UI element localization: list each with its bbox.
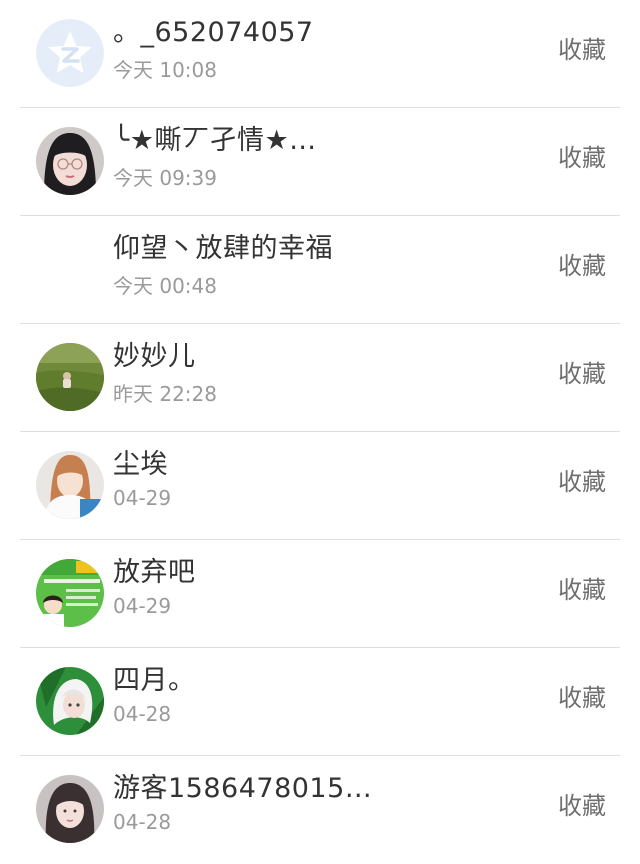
girl-glasses-photo[interactable]: [36, 127, 104, 195]
favorite-button[interactable]: 收藏: [558, 354, 606, 389]
visit-time: 今天 10:08: [113, 58, 217, 82]
contact-name: 。_652074057: [113, 17, 314, 48]
contact-name: 尘埃: [113, 449, 168, 480]
favorite-button[interactable]: 收藏: [558, 786, 606, 821]
favorite-button[interactable]: 收藏: [558, 246, 606, 281]
girl-portrait-photo[interactable]: [36, 775, 104, 843]
visit-time: 04-28: [113, 810, 172, 834]
qzone-star-icon[interactable]: [36, 19, 104, 87]
list-item[interactable]: 仰望丶放肆的幸福 今天 00:48 收藏: [0, 216, 640, 324]
contact-name: ╰★嘶丆孑情★…: [113, 125, 317, 156]
girl-white-shirt-photo[interactable]: [36, 451, 104, 519]
grass-field-photo[interactable]: [36, 343, 104, 411]
contact-name: 放弃吧: [113, 557, 196, 588]
contact-name: 仰望丶放肆的幸福: [113, 233, 333, 264]
contact-name: 妙妙儿: [113, 341, 196, 372]
green-poster-photo[interactable]: [36, 559, 104, 627]
favorite-button[interactable]: 收藏: [558, 30, 606, 65]
list-item[interactable]: 。_652074057 今天 10:08 收藏: [0, 0, 640, 108]
contact-name: 四月。: [113, 665, 196, 696]
list-item[interactable]: ╰★嘶丆孑情★… 今天 09:39 收藏: [0, 108, 640, 216]
visit-time: 今天 00:48: [113, 274, 217, 298]
contact-name: 游客1586478015…: [113, 773, 373, 804]
visit-time: 04-29: [113, 486, 172, 510]
list-item[interactable]: 游客1586478015… 04-28 收藏: [0, 756, 640, 864]
anime-green-photo[interactable]: [36, 667, 104, 735]
favorite-button[interactable]: 收藏: [558, 678, 606, 713]
visit-time: 昨天 22:28: [113, 382, 217, 406]
favorite-button[interactable]: 收藏: [558, 138, 606, 173]
list-item[interactable]: 尘埃 04-29 收藏: [0, 432, 640, 540]
visit-time: 04-29: [113, 594, 172, 618]
favorite-button[interactable]: 收藏: [558, 462, 606, 497]
list-item[interactable]: 妙妙儿 昨天 22:28 收藏: [0, 324, 640, 432]
visit-time: 今天 09:39: [113, 166, 217, 190]
visit-time: 04-28: [113, 702, 172, 726]
list-item[interactable]: 放弃吧 04-29 收藏: [0, 540, 640, 648]
favorite-button[interactable]: 收藏: [558, 570, 606, 605]
list-item[interactable]: 四月。 04-28 收藏: [0, 648, 640, 756]
